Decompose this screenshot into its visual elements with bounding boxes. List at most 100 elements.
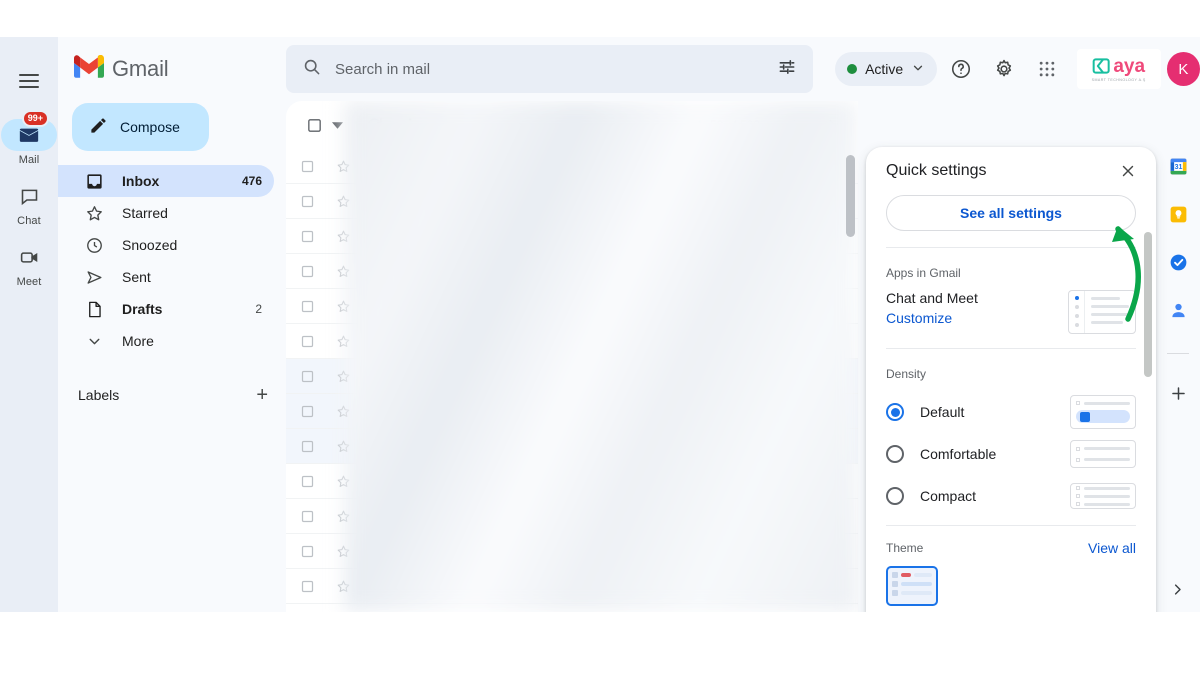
labels-title: Labels bbox=[78, 387, 120, 403]
video-camera-icon bbox=[1, 241, 57, 273]
theme-bar bbox=[901, 573, 911, 577]
density-preview-compact[interactable] bbox=[1070, 483, 1136, 509]
status-label: Active bbox=[865, 61, 904, 77]
theme-row bbox=[892, 572, 932, 578]
sidebar-label-starred: Starred bbox=[122, 205, 168, 221]
row-checkbox-icon[interactable] bbox=[286, 474, 328, 489]
plus-icon[interactable]: + bbox=[256, 385, 268, 405]
sidebar-item-drafts[interactable]: Drafts 2 bbox=[58, 293, 274, 325]
compose-button[interactable]: Compose bbox=[72, 103, 209, 151]
mail-content-blurred bbox=[344, 101, 858, 612]
density-option-compact[interactable]: Compact bbox=[886, 475, 1136, 517]
app-rail: 99+ Mail Chat Meet bbox=[0, 37, 58, 612]
tune-filter-icon[interactable] bbox=[777, 57, 797, 82]
radio-default[interactable] bbox=[886, 403, 904, 421]
row-checkbox-icon[interactable] bbox=[286, 194, 328, 209]
search-input[interactable] bbox=[335, 60, 764, 78]
radio-comfortable[interactable] bbox=[886, 445, 904, 463]
search-bar[interactable] bbox=[286, 45, 814, 93]
apps-grid-icon[interactable] bbox=[1027, 49, 1066, 89]
theme-bar bbox=[901, 582, 932, 586]
sidebar-item-snoozed[interactable]: Snoozed bbox=[58, 229, 274, 261]
thumbnail-sidebar bbox=[1069, 291, 1085, 333]
theme-view-all-link[interactable]: View all bbox=[1088, 540, 1136, 556]
row-checkbox-icon[interactable] bbox=[286, 439, 328, 454]
gmail-brand[interactable]: Gmail bbox=[58, 37, 169, 101]
chevron-right-icon[interactable] bbox=[1164, 576, 1190, 602]
customize-link[interactable]: Customize bbox=[886, 310, 1068, 326]
rail-item-meet[interactable]: Meet bbox=[0, 241, 58, 288]
rail-item-mail[interactable]: 99+ Mail bbox=[0, 110, 58, 166]
density-preview-default[interactable] bbox=[1070, 395, 1136, 429]
theme-row bbox=[892, 581, 932, 587]
send-icon bbox=[84, 267, 104, 287]
sidebar-item-sent[interactable]: Sent bbox=[58, 261, 274, 293]
status-chip[interactable]: Active bbox=[835, 52, 938, 86]
radio-compact[interactable] bbox=[886, 487, 904, 505]
theme-icon bbox=[892, 581, 898, 587]
row-checkbox-icon[interactable] bbox=[286, 404, 328, 419]
chevron-down-icon bbox=[911, 61, 925, 78]
sidebar-label-sent: Sent bbox=[122, 269, 151, 285]
contacts-icon[interactable] bbox=[1167, 299, 1189, 321]
checkbox-icon[interactable] bbox=[302, 107, 326, 143]
calendar-icon[interactable]: 31 bbox=[1167, 155, 1189, 177]
row-checkbox-icon[interactable] bbox=[286, 159, 328, 174]
sidebar-item-inbox[interactable]: Inbox 476 bbox=[58, 165, 274, 197]
density-label-comfortable: Comfortable bbox=[920, 446, 997, 462]
density-option-comfortable[interactable]: Comfortable bbox=[886, 433, 1136, 475]
help-circle-icon[interactable] bbox=[941, 49, 980, 89]
hamburger-menu-icon[interactable] bbox=[9, 61, 49, 101]
theme-section-title: Theme bbox=[886, 541, 924, 555]
workspace-brand-logo[interactable]: aya SMART TECHNOLOGY A.Ş bbox=[1076, 49, 1161, 89]
brand-logo-text: aya bbox=[1113, 55, 1146, 77]
density-preview-comfortable[interactable] bbox=[1070, 440, 1136, 468]
density-option-default[interactable]: Default bbox=[886, 391, 1136, 433]
mail-list: 1–50 of 530 bbox=[286, 101, 858, 612]
thumbnail-content bbox=[1085, 291, 1135, 333]
row-checkbox-icon[interactable] bbox=[286, 579, 328, 594]
apps-in-gmail-row: Chat and Meet Customize bbox=[886, 290, 1136, 334]
sidebar-item-more[interactable]: More bbox=[58, 325, 274, 357]
row-checkbox-icon[interactable] bbox=[286, 229, 328, 244]
quick-settings-body: See all settings Apps in Gmail Chat and … bbox=[866, 195, 1156, 612]
tasks-icon[interactable] bbox=[1167, 251, 1189, 273]
apps-preview-thumbnail[interactable] bbox=[1068, 290, 1136, 334]
density-section-title: Density bbox=[886, 367, 927, 381]
sidebar-item-starred[interactable]: Starred bbox=[58, 197, 274, 229]
row-checkbox-icon[interactable] bbox=[286, 299, 328, 314]
row-checkbox-icon[interactable] bbox=[286, 544, 328, 559]
labels-section-header: Labels + bbox=[58, 375, 286, 415]
chevron-down-icon bbox=[84, 331, 104, 351]
mail-unread-badge: 99+ bbox=[21, 110, 49, 127]
row-checkbox-icon[interactable] bbox=[286, 509, 328, 524]
keep-icon[interactable] bbox=[1167, 203, 1189, 225]
close-icon[interactable] bbox=[1110, 153, 1146, 189]
svg-text:31: 31 bbox=[1174, 164, 1182, 171]
quick-settings-scrollbar[interactable] bbox=[1144, 232, 1152, 377]
thumbnail-line bbox=[1091, 297, 1120, 300]
brand-logo-mark: aya bbox=[1092, 56, 1145, 76]
row-checkbox-icon[interactable] bbox=[286, 369, 328, 384]
see-all-settings-button[interactable]: See all settings bbox=[886, 195, 1136, 231]
avatar[interactable]: K bbox=[1166, 52, 1200, 86]
thumbnail-dot bbox=[1074, 305, 1079, 309]
row-checkbox-icon[interactable] bbox=[286, 334, 328, 349]
top-header: Active bbox=[286, 37, 1200, 101]
apps-text-group: Chat and Meet Customize bbox=[886, 290, 1068, 326]
quick-settings-panel: Quick settings See all settings Apps in … bbox=[866, 147, 1156, 612]
quick-settings-header: Quick settings bbox=[866, 147, 1156, 195]
plus-icon[interactable] bbox=[1167, 382, 1189, 404]
chat-bubble-icon bbox=[1, 180, 57, 212]
gear-icon[interactable] bbox=[984, 49, 1023, 89]
thumbnail-line bbox=[1091, 321, 1124, 324]
rail-item-chat[interactable]: Chat bbox=[0, 180, 58, 227]
brand-logo-tagline: SMART TECHNOLOGY A.Ş bbox=[1091, 78, 1146, 82]
quick-settings-title: Quick settings bbox=[886, 162, 987, 179]
sidebar-nav-list: Inbox 476 Starred Snoozed Sent Drafts 2 … bbox=[58, 165, 286, 357]
theme-preview-selected[interactable] bbox=[886, 566, 938, 606]
mail-icon: 99+ bbox=[1, 110, 57, 151]
mail-list-scrollbar[interactable] bbox=[846, 155, 855, 237]
thumbnail-line bbox=[1091, 305, 1129, 308]
row-checkbox-icon[interactable] bbox=[286, 264, 328, 279]
